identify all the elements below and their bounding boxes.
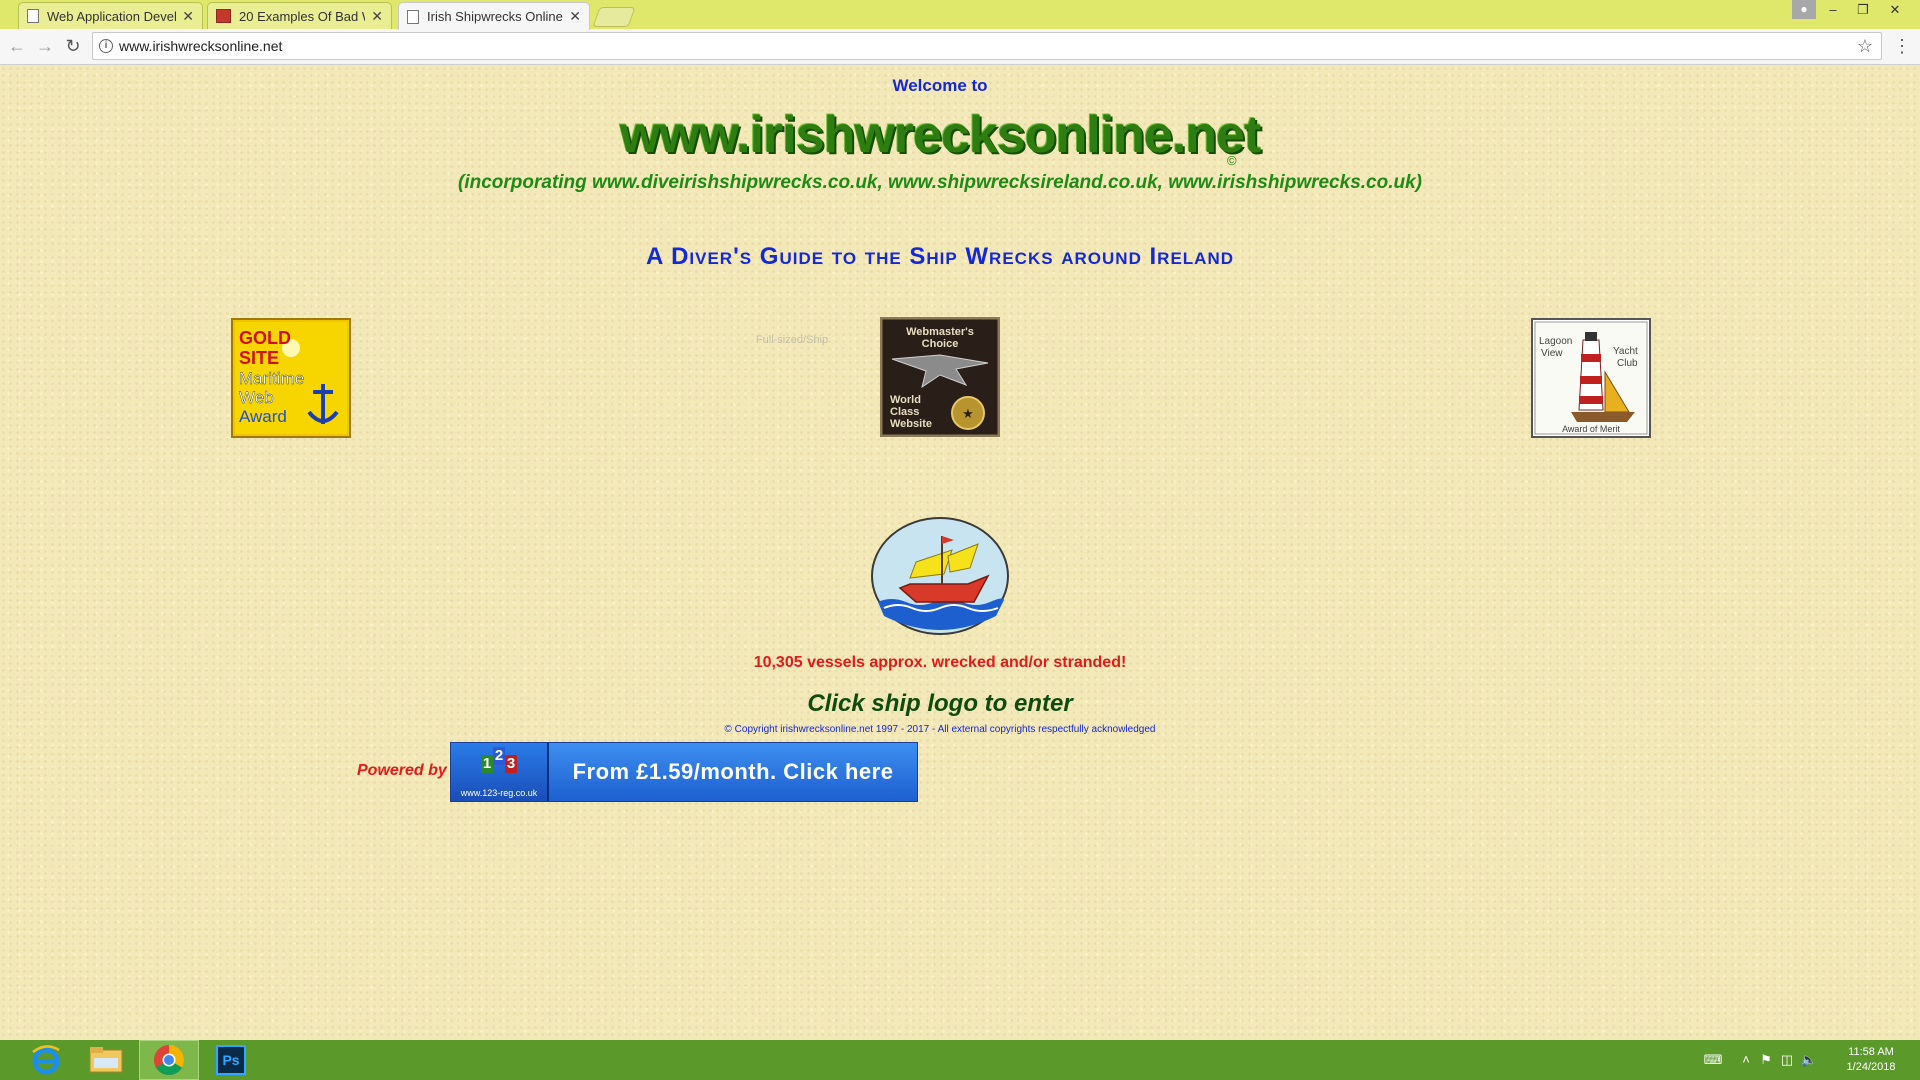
folder-icon bbox=[89, 1047, 123, 1073]
tab-bad-web-examples[interactable]: 20 Examples Of Bad Web ✕ bbox=[207, 2, 392, 29]
url-text[interactable]: www.irishwrecksonline.net bbox=[119, 38, 282, 54]
award-line5: Website bbox=[890, 418, 932, 430]
webmasters-choice-award-badge[interactable]: Webmaster's Choice World Class Website ★ bbox=[880, 317, 1000, 437]
windows-taskbar: Ps ⌨ ˄ ⚑ ◫ 🔈 11:58 AM 1/24/2018 bbox=[0, 1040, 1920, 1080]
award-line3: Maritime bbox=[239, 369, 304, 388]
award-line2: SITE bbox=[239, 348, 279, 368]
internet-explorer-icon bbox=[32, 1045, 60, 1075]
banner-url: www.123-reg.co.uk bbox=[460, 788, 538, 798]
award-line3: Yacht bbox=[1613, 346, 1638, 357]
page-icon bbox=[27, 9, 39, 23]
welcome-text: Welcome to bbox=[892, 76, 988, 95]
tab-title: Irish Shipwrecks Online - bbox=[427, 9, 564, 24]
chrome-taskbar-button[interactable] bbox=[139, 1040, 199, 1080]
forward-button[interactable]: → bbox=[34, 35, 56, 57]
logo-digit: 1 bbox=[481, 755, 493, 773]
award-line4: Class bbox=[890, 406, 919, 418]
vessels-count-text: 10,305 vessels approx. wrecked and/or st… bbox=[753, 654, 1127, 671]
network-icon[interactable]: ◫ bbox=[1778, 1040, 1796, 1080]
page-content: Welcome to www.irishwrecksonline.net © (… bbox=[0, 65, 1920, 1040]
chrome-icon bbox=[154, 1044, 184, 1076]
close-tab-icon[interactable]: ✕ bbox=[182, 8, 194, 25]
chevron-up-icon[interactable]: ˄ bbox=[1738, 1040, 1754, 1080]
close-window-button[interactable]: ✕ bbox=[1880, 0, 1910, 20]
flag-icon[interactable]: ⚑ bbox=[1758, 1040, 1774, 1080]
tab-title: Web Application Develop bbox=[47, 8, 177, 24]
hosting-ad-banner[interactable]: 123 www.123-reg.co.uk From £1.59/month. … bbox=[450, 742, 918, 802]
copyright-notice: © Copyright irishwrecksonline.net 1997 -… bbox=[724, 724, 1156, 735]
logo-digit: 3 bbox=[505, 755, 517, 773]
profile-icon[interactable]: ● bbox=[1792, 0, 1816, 19]
clock-date: 1/24/2018 bbox=[1846, 1061, 1896, 1073]
ship-logo-enter-button[interactable] bbox=[870, 516, 1010, 636]
restore-button[interactable]: ❐ bbox=[1848, 0, 1878, 20]
banner-cta-text[interactable]: From £1.59/month. Click here bbox=[549, 743, 917, 801]
system-clock[interactable]: 11:58 AM 1/24/2018 bbox=[1836, 1045, 1906, 1075]
tooltip-ghost-text: Full-sized/Ship bbox=[755, 334, 829, 346]
clock-time: 11:58 AM bbox=[1848, 1046, 1894, 1058]
file-explorer-taskbar-button[interactable] bbox=[76, 1040, 136, 1080]
browser-toolbar: ← → ↻ i www.irishwrecksonline.net ☆ ⋮ bbox=[0, 29, 1920, 65]
minimize-button[interactable]: – bbox=[1818, 0, 1848, 20]
award-line4: Web bbox=[239, 388, 274, 407]
award-line1: Lagoon bbox=[1539, 336, 1572, 347]
click-to-enter-text: Click ship logo to enter bbox=[807, 690, 1073, 717]
sdm-favicon-icon bbox=[216, 9, 231, 23]
browser-menu-button[interactable]: ⋮ bbox=[1893, 35, 1911, 57]
tab-irish-shipwrecks[interactable]: Irish Shipwrecks Online - ✕ bbox=[398, 2, 590, 30]
info-icon[interactable]: i bbox=[99, 39, 113, 53]
powered-by-label: Powered by bbox=[357, 762, 447, 779]
gold-site-award-badge[interactable]: GOLD SITE Maritime Web Award bbox=[231, 318, 351, 438]
back-button[interactable]: ← bbox=[6, 35, 28, 57]
medal-icon: ★ bbox=[951, 396, 985, 430]
photoshop-taskbar-button[interactable]: Ps bbox=[201, 1040, 261, 1080]
guide-heading: A Diver's Guide to the Ship Wrecks aroun… bbox=[645, 243, 1235, 270]
award-line1: GOLD bbox=[239, 328, 291, 348]
volume-icon[interactable]: 🔈 bbox=[1800, 1040, 1818, 1080]
photoshop-icon: Ps bbox=[216, 1045, 246, 1075]
tab-web-application-development[interactable]: Web Application Develop ✕ bbox=[18, 2, 203, 29]
award-line2: Choice bbox=[922, 338, 959, 350]
tab-strip: Web Application Develop ✕ 20 Examples Of… bbox=[0, 0, 1920, 30]
award-line5: Award bbox=[239, 407, 287, 426]
award-line1: Webmaster's bbox=[906, 326, 974, 338]
logo-digit: 2 bbox=[493, 747, 505, 765]
incorporating-text: (incorporating www.diveirishshipwrecks.c… bbox=[458, 172, 1422, 193]
address-bar[interactable]: i www.irishwrecksonline.net ☆ bbox=[92, 32, 1882, 60]
reload-button[interactable]: ↻ bbox=[62, 35, 84, 57]
123-reg-logo: 123 www.123-reg.co.uk bbox=[451, 743, 549, 801]
lighthouse-icon bbox=[1578, 332, 1604, 411]
tab-title: 20 Examples Of Bad Web bbox=[239, 8, 365, 24]
award-line3: World bbox=[890, 394, 921, 406]
copyright-symbol: © bbox=[1227, 153, 1237, 168]
svg-text:★: ★ bbox=[962, 406, 974, 421]
site-title: www.irishwrecksonline.net bbox=[619, 106, 1262, 164]
lagoon-yacht-club-award-badge[interactable]: Lagoon View Yacht Club Award of Merit bbox=[1531, 318, 1651, 438]
page-icon bbox=[407, 9, 419, 24]
bookmark-star-icon[interactable]: ☆ bbox=[1857, 36, 1873, 57]
internet-explorer-taskbar-button[interactable] bbox=[16, 1040, 76, 1080]
close-tab-icon[interactable]: ✕ bbox=[371, 8, 383, 25]
close-tab-icon[interactable]: ✕ bbox=[569, 8, 581, 25]
new-tab-button[interactable] bbox=[592, 7, 636, 27]
award-line4: Club bbox=[1617, 358, 1638, 369]
award-line2: View bbox=[1541, 348, 1563, 359]
boat-icon bbox=[1571, 412, 1635, 422]
keyboard-icon[interactable]: ⌨ bbox=[1698, 1040, 1728, 1080]
award-line5: Award of Merit bbox=[1562, 424, 1620, 434]
